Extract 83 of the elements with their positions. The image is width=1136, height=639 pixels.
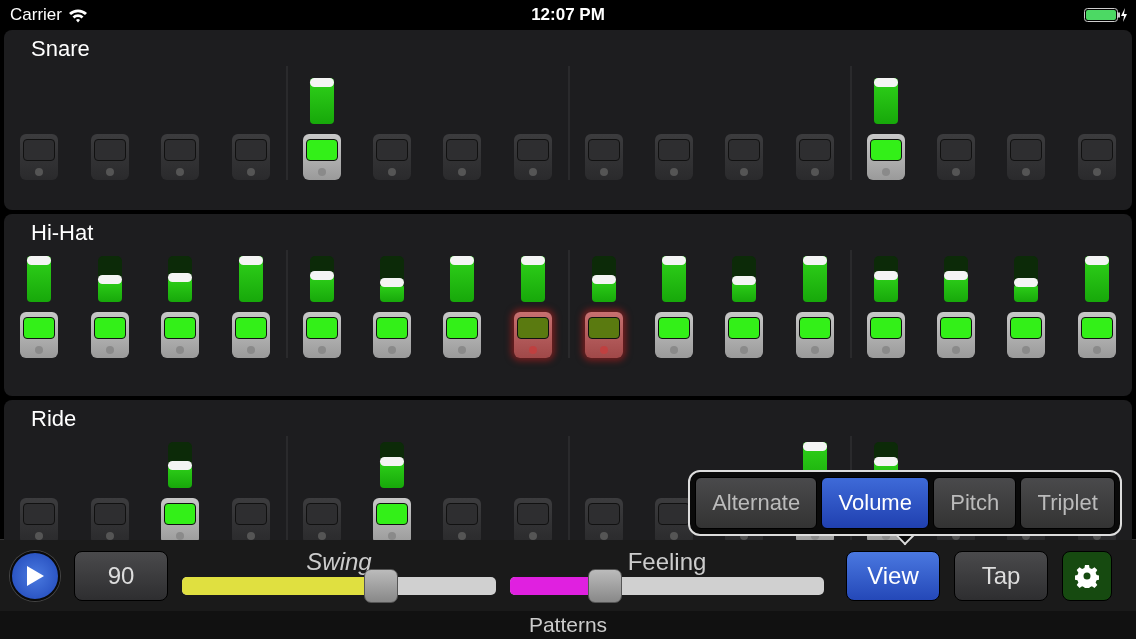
volume-thumb[interactable] [943,270,968,280]
volume-thumb[interactable] [1014,278,1039,288]
step-pad[interactable] [231,312,270,358]
volume-slider[interactable] [661,256,686,302]
volume-thumb[interactable] [874,270,899,280]
slider-label: Swing [306,548,372,575]
volume-slider[interactable] [802,256,827,302]
volume-thumb[interactable] [379,456,404,466]
volume-thumb[interactable] [732,276,757,286]
volume-thumb[interactable] [661,256,686,265]
volume-slider[interactable] [97,256,122,302]
step-pad[interactable] [303,134,342,180]
view-button[interactable]: View [846,550,940,601]
track-name: Hi-Hat [31,220,94,246]
track-name: Ride [31,406,77,432]
step-pad[interactable] [20,312,59,358]
volume-thumb[interactable] [310,270,335,280]
volume-thumb[interactable] [1084,256,1109,265]
volume-slider[interactable] [450,256,475,302]
volume-slider[interactable] [874,78,899,124]
volume-thumb[interactable] [310,78,335,87]
volume-slider[interactable] [168,442,193,488]
step-pad[interactable] [867,312,906,358]
volume-slider[interactable] [874,256,899,302]
settings-button[interactable] [1062,550,1112,601]
volume-slider[interactable] [1084,256,1109,302]
view-option[interactable]: Triplet [1020,477,1115,529]
step-pad[interactable] [1077,312,1116,358]
carrier-label: Carrier [10,5,62,25]
step-pad[interactable] [795,312,834,358]
play-button[interactable] [10,550,60,601]
track-name: Snare [31,36,90,62]
step-pad[interactable] [372,312,411,358]
tempo-button[interactable]: 90 [74,550,168,601]
volume-thumb[interactable] [379,278,404,288]
volume-thumb[interactable] [520,256,545,265]
volume-slider[interactable] [1014,256,1039,302]
view-option[interactable]: Volume [821,477,930,529]
volume-thumb[interactable] [450,256,475,265]
volume-slider[interactable] [379,256,404,302]
step-pad[interactable] [303,312,342,358]
step-pad[interactable] [443,312,482,358]
view-option[interactable]: Alternate [695,477,818,529]
volume-thumb[interactable] [802,442,827,451]
volume-thumb[interactable] [27,256,52,265]
step-pad[interactable] [654,498,693,540]
volume-thumb[interactable] [238,256,263,265]
step-pad[interactable] [90,312,129,358]
battery-icon [1084,7,1128,23]
step-pad[interactable] [372,498,411,540]
slider-thumb[interactable] [588,568,623,603]
step-pad[interactable] [1007,312,1046,358]
volume-slider[interactable] [310,78,335,124]
volume-slider[interactable] [943,256,968,302]
slider-label: Feeling [627,548,707,575]
volume-slider[interactable] [238,256,263,302]
view-option[interactable]: Pitch [933,477,1017,529]
volume-slider[interactable] [310,256,335,302]
volume-slider[interactable] [592,256,617,302]
tap-button[interactable]: Tap [954,550,1048,601]
step-pad[interactable] [725,312,764,358]
step-pad[interactable] [654,312,693,358]
volume-thumb[interactable] [592,274,617,284]
volume-thumb[interactable] [168,460,193,470]
footer-title: Patterns [528,613,608,637]
volume-slider[interactable] [732,256,757,302]
step-pad[interactable] [867,134,906,180]
volume-slider[interactable] [168,256,193,302]
volume-thumb[interactable] [802,256,827,265]
volume-thumb[interactable] [97,274,122,284]
step-pad[interactable] [161,498,200,540]
volume-slider[interactable] [27,256,52,302]
step-pad[interactable] [936,312,975,358]
volume-slider[interactable] [379,442,404,488]
wifi-icon [67,7,88,23]
volume-thumb[interactable] [168,272,193,282]
volume-slider[interactable] [520,256,545,302]
volume-thumb[interactable] [874,78,899,87]
play-icon [24,563,46,588]
volume-thumb[interactable] [874,456,899,466]
clock-time: 12:07 PM [531,5,605,25]
settings-icon [1075,563,1099,588]
step-pad[interactable] [161,312,200,358]
